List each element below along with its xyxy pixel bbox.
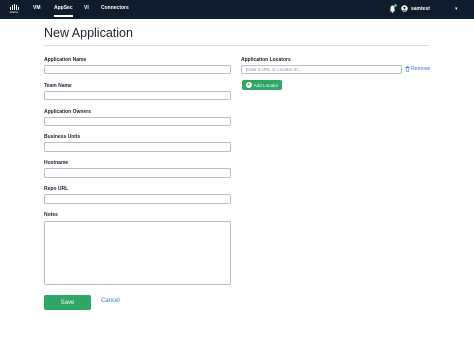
user-name[interactable]: samtest [411, 6, 430, 12]
team-name-label: Team Name [44, 83, 72, 89]
notification-dot [394, 4, 397, 7]
user-icon[interactable] [401, 5, 408, 12]
repo-url-input[interactable] [44, 194, 231, 204]
hostname-label: Hostname [44, 160, 69, 166]
application-owners-label: Application Owners [44, 109, 91, 115]
cancel-link[interactable]: Cancel [101, 298, 120, 304]
locator-input[interactable]: Enter a URL or Locator ID... [241, 65, 402, 74]
save-button[interactable]: Save [44, 295, 91, 310]
nav-link-vi[interactable]: VI [84, 5, 89, 11]
page-title: New Application [44, 26, 133, 40]
notes-label: Notes [44, 212, 58, 218]
top-nav: cisco VM AppSec VI Connectors samtest ▾ [0, 0, 474, 19]
remove-locator-link[interactable]: Remove [405, 66, 430, 72]
add-locator-label: Add Locator [253, 82, 279, 88]
nav-link-appsec[interactable]: AppSec [54, 5, 73, 17]
add-locator-button[interactable]: + Add Locator [242, 80, 282, 90]
nav-link-connectors[interactable]: Connectors [101, 5, 129, 11]
title-divider [44, 45, 429, 46]
logo-text: cisco [9, 10, 19, 14]
nav-link-vm[interactable]: VM [33, 5, 41, 11]
notes-textarea[interactable] [44, 221, 231, 285]
application-owners-input[interactable] [44, 117, 231, 126]
team-name-input[interactable] [44, 91, 231, 100]
cisco-logo[interactable]: cisco [8, 4, 20, 14]
repo-url-label: Repo URL [44, 186, 69, 192]
application-locators-label: Application Locators [241, 57, 291, 63]
trash-icon [405, 66, 410, 72]
remove-label: Remove [411, 66, 431, 72]
business-units-input[interactable] [44, 142, 231, 152]
business-units-label: Business Units [44, 134, 81, 140]
chevron-down-icon[interactable]: ▾ [455, 6, 458, 12]
application-name-label: Application Name [44, 57, 87, 63]
application-name-input[interactable] [44, 65, 231, 74]
hostname-input[interactable] [44, 168, 231, 178]
plus-circle-icon: + [245, 82, 252, 88]
